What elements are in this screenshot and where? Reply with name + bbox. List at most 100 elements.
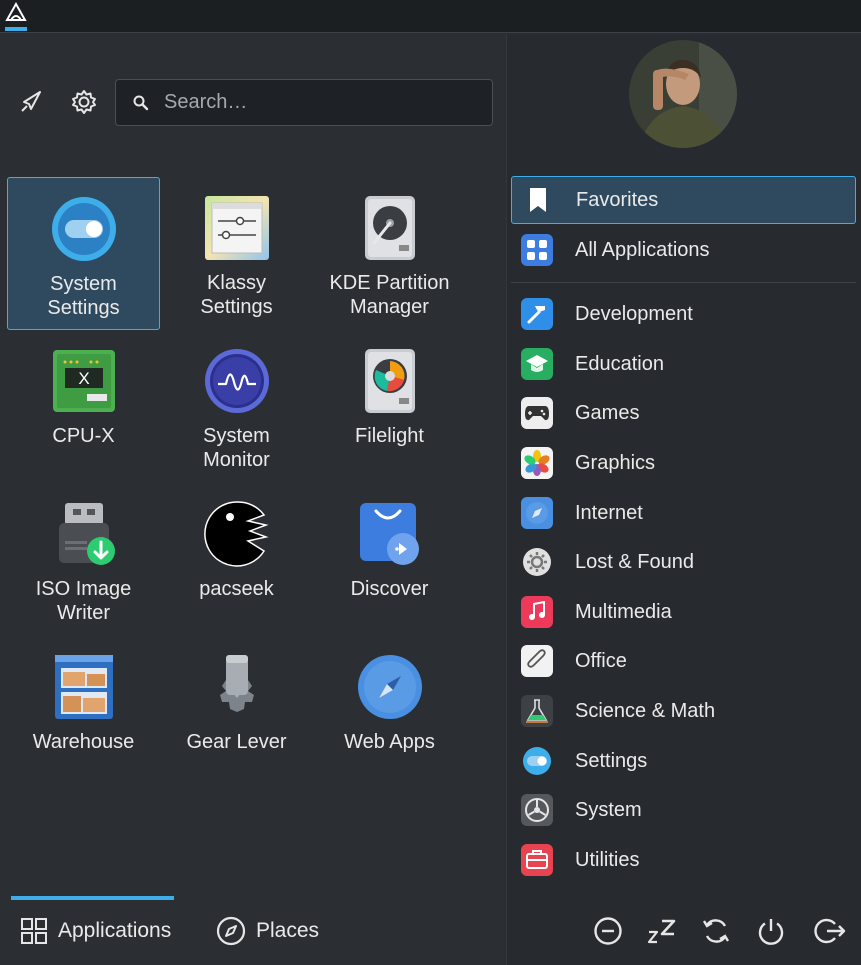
app-system-monitor[interactable]: System Monitor xyxy=(160,330,313,483)
sleep-button[interactable] xyxy=(645,914,679,948)
category-all-applications[interactable]: All Applications xyxy=(511,226,856,274)
category-graphics[interactable]: Graphics xyxy=(511,439,856,487)
compass-icon xyxy=(216,916,246,945)
category-label: Favorites xyxy=(576,188,659,211)
shutdown-button[interactable] xyxy=(754,914,788,948)
logout-icon xyxy=(814,918,846,944)
category-label: Multimedia xyxy=(575,600,672,623)
category-label: Utilities xyxy=(575,848,640,871)
app-label: System Monitor xyxy=(203,425,270,471)
app-cpu-x[interactable]: X CPU-X xyxy=(7,330,160,483)
app-label: ISO Image Writer xyxy=(35,578,132,624)
app-filelight[interactable]: Filelight xyxy=(313,330,466,483)
app-label: Discover xyxy=(350,578,429,600)
app-label: KDE Partition Manager xyxy=(329,272,450,318)
science-icon xyxy=(521,695,553,727)
category-science-math[interactable]: Science & Math xyxy=(511,687,856,735)
category-settings[interactable]: Settings xyxy=(511,737,856,785)
category-label: Education xyxy=(575,352,664,375)
category-label: Graphics xyxy=(575,451,656,474)
category-system[interactable]: System xyxy=(511,786,856,834)
development-icon xyxy=(521,298,553,330)
app-system-settings[interactable]: System Settings xyxy=(7,177,160,330)
warehouse-icon xyxy=(54,655,113,719)
system-settings-icon xyxy=(51,197,116,261)
app-kde-partition-manager[interactable]: KDE Partition Manager xyxy=(313,177,466,330)
lock-button[interactable] xyxy=(591,914,625,948)
category-multimedia[interactable]: Multimedia xyxy=(511,588,856,636)
lock-screen-icon xyxy=(594,917,622,945)
category-label: Internet xyxy=(575,501,643,524)
lost-found-icon xyxy=(521,546,553,578)
applications-grid-icon xyxy=(21,917,47,944)
category-label: System xyxy=(575,798,642,821)
gamepad-icon xyxy=(521,397,553,429)
web-apps-icon xyxy=(357,655,422,719)
category-label: Office xyxy=(575,649,627,672)
app-web-apps[interactable]: Web Apps xyxy=(313,636,466,789)
sleep-icon xyxy=(647,919,676,944)
launcher-logo-icon xyxy=(5,1,27,21)
cpu-x-icon: X xyxy=(52,350,115,412)
app-launcher-button[interactable] xyxy=(2,0,30,33)
category-favorites[interactable]: Favorites xyxy=(511,176,856,224)
klassy-settings-icon xyxy=(204,196,269,260)
gear-icon xyxy=(72,90,96,114)
app-label: Klassy Settings xyxy=(200,272,273,318)
pacseek-icon xyxy=(203,501,269,567)
app-klassy-settings[interactable]: Klassy Settings xyxy=(160,177,313,330)
app-pacseek[interactable]: pacseek xyxy=(160,483,313,636)
app-iso-image-writer[interactable]: ISO Image Writer xyxy=(7,483,160,636)
logout-button[interactable] xyxy=(813,914,847,948)
app-gear-lever[interactable]: Gear Lever xyxy=(160,636,313,789)
search-input[interactable] xyxy=(162,90,486,115)
search-field[interactable] xyxy=(115,79,493,126)
app-label: Warehouse xyxy=(32,731,135,753)
category-label: Games xyxy=(575,401,640,424)
pin-button[interactable] xyxy=(13,84,49,120)
app-label: pacseek xyxy=(199,578,274,600)
pin-icon xyxy=(21,91,41,112)
app-label: Web Apps xyxy=(344,731,435,753)
category-separator xyxy=(511,282,856,283)
svg-text:X: X xyxy=(78,369,89,388)
applications-pane: System Settings Klassy Settings KDE Part… xyxy=(0,34,506,965)
app-discover[interactable]: Discover xyxy=(313,483,466,636)
restart-button[interactable] xyxy=(699,914,733,948)
internet-icon xyxy=(521,497,553,529)
configure-button[interactable] xyxy=(66,84,102,120)
user-avatar[interactable] xyxy=(629,40,737,148)
tab-applications[interactable]: Applications xyxy=(11,896,177,965)
category-label: Science & Math xyxy=(575,699,716,722)
tab-label: Places xyxy=(256,918,320,942)
category-development[interactable]: Development xyxy=(511,290,856,338)
category-label: Settings xyxy=(575,749,648,772)
system-icon xyxy=(521,794,553,826)
all-apps-icon xyxy=(521,234,553,266)
office-icon xyxy=(521,645,553,677)
filelight-icon xyxy=(364,349,415,413)
launcher-active-indicator xyxy=(5,27,27,31)
utilities-icon xyxy=(521,844,553,876)
categories-pane: Favorites All Applications Development E… xyxy=(506,34,861,965)
search-icon xyxy=(133,95,149,110)
bookmark-icon xyxy=(522,184,554,216)
category-education[interactable]: Education xyxy=(511,340,856,388)
category-office[interactable]: Office xyxy=(511,637,856,685)
category-label: Development xyxy=(575,302,693,325)
tab-active-indicator xyxy=(11,896,174,900)
partition-manager-icon xyxy=(364,196,415,260)
app-warehouse[interactable]: Warehouse xyxy=(7,636,160,789)
tab-places[interactable]: Places xyxy=(213,896,353,965)
category-utilities[interactable]: Utilities xyxy=(511,836,856,884)
settings-icon xyxy=(521,745,553,777)
graphics-icon xyxy=(521,447,553,479)
category-games[interactable]: Games xyxy=(511,389,856,437)
category-internet[interactable]: Internet xyxy=(511,489,856,537)
app-label: Gear Lever xyxy=(186,731,287,753)
education-icon xyxy=(521,348,553,380)
user-photo xyxy=(629,40,737,148)
gear-lever-icon xyxy=(219,655,254,712)
category-lost-found[interactable]: Lost & Found xyxy=(511,538,856,586)
app-label: CPU-X xyxy=(52,425,115,447)
